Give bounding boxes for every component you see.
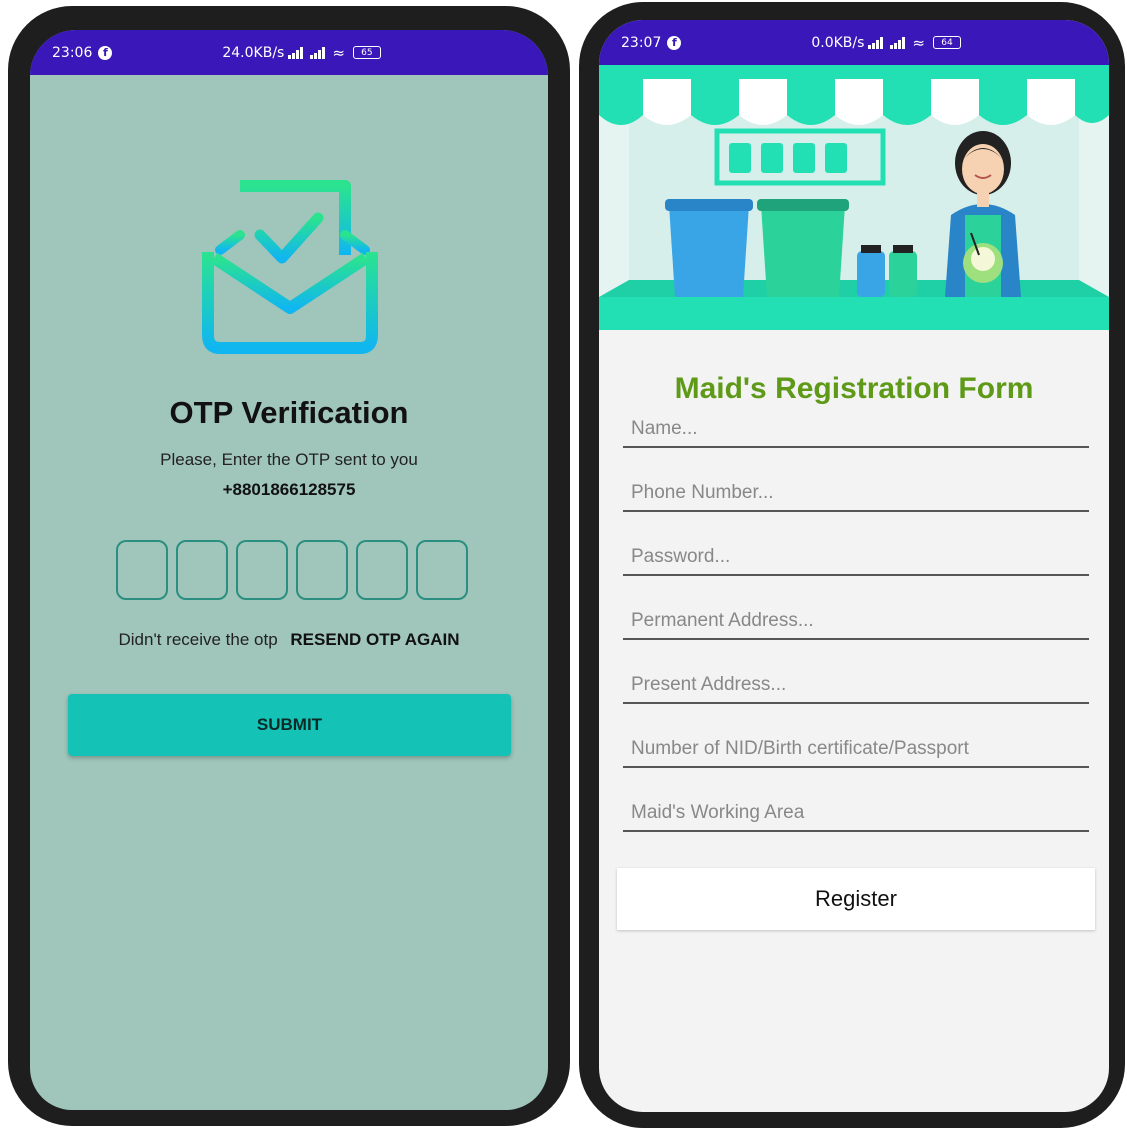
status-bar: 23:07 f 0.0KB/s ≈ 64 [599,20,1109,65]
phone-number-input[interactable] [623,476,1089,512]
otp-screen: 23:06 f 24.0KB/s ≈ 65 OTP Verification P… [30,30,548,1110]
network-speed: 0.0KB/s [811,34,865,51]
signal-icon [868,36,886,49]
present-address-input[interactable] [623,668,1089,704]
page-title: OTP Verification [169,395,409,430]
otp-digit-input[interactable] [236,540,288,600]
mail-check-icon [202,180,378,354]
password-input[interactable] [623,540,1089,576]
facebook-icon: f [667,35,682,50]
network-speed: 24.0KB/s [222,44,285,61]
resend-row: Didn't receive the otp RESEND OTP AGAIN [30,630,548,650]
permanent-address-input[interactable] [623,604,1089,640]
submit-button[interactable]: SUBMIT [68,694,511,756]
register-button[interactable]: Register [617,868,1095,930]
otp-input-group [116,540,468,600]
signal-icon [890,36,908,49]
wifi-icon: ≈ [332,43,345,62]
status-bar: 23:06 f 24.0KB/s ≈ 65 [30,30,548,75]
resend-prompt: Didn't receive the otp [118,630,278,649]
signal-icon [310,46,328,59]
otp-digit-input[interactable] [176,540,228,600]
phone-frame-registration: 23:07 f 0.0KB/s ≈ 64 Maid's Registration… [579,2,1125,1128]
phone-number: +8801866128575 [222,480,356,499]
registration-screen: 23:07 f 0.0KB/s ≈ 64 Maid's Registration… [599,20,1109,1112]
status-time: 23:07 [621,34,662,51]
facebook-icon: f [98,45,113,60]
otp-digit-input[interactable] [296,540,348,600]
wifi-icon: ≈ [912,33,925,52]
resend-otp-link[interactable]: RESEND OTP AGAIN [290,630,459,649]
otp-digit-input[interactable] [116,540,168,600]
page-title: Maid's Registration Form [674,372,1034,405]
status-time: 23:06 [52,44,93,61]
shop-counter-illustration [599,65,1109,330]
phone-frame-otp: 23:06 f 24.0KB/s ≈ 65 OTP Verification P… [8,6,570,1126]
battery-icon: 65 [352,46,381,59]
working-area-input[interactable] [623,796,1089,832]
otp-digit-input[interactable] [356,540,408,600]
nid-input[interactable] [623,732,1089,768]
otp-digit-input[interactable] [416,540,468,600]
battery-icon: 64 [933,36,961,49]
otp-description: Please, Enter the OTP sent to you [160,450,418,469]
name-input[interactable] [623,412,1089,448]
signal-icon [288,46,306,59]
